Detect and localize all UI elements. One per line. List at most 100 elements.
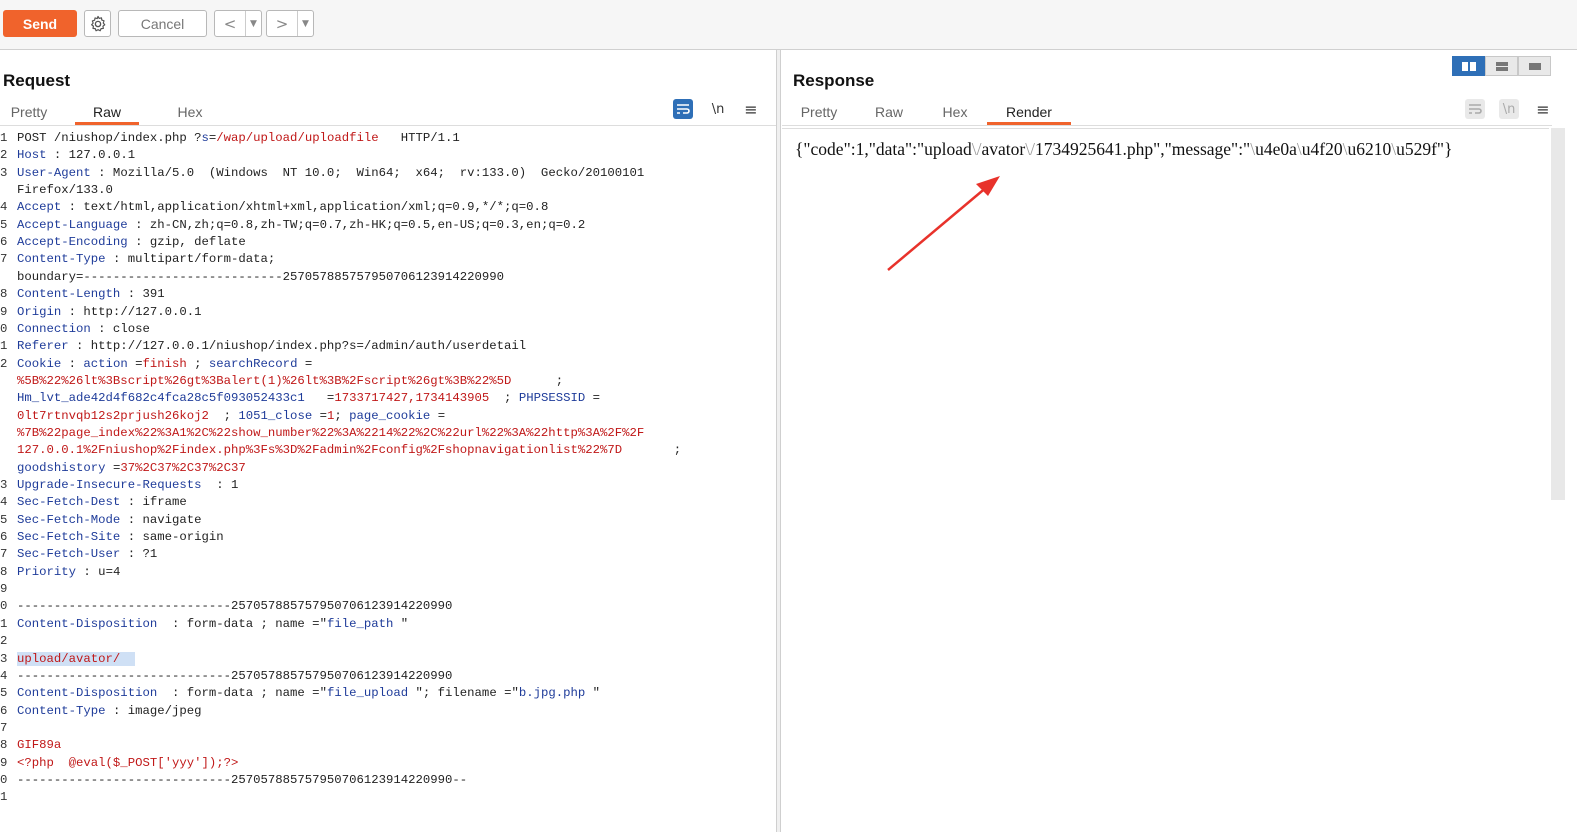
- token: : 127.0.0.1: [46, 148, 136, 163]
- line-number: 5: [0, 512, 8, 527]
- response-scrollbar[interactable]: [1551, 128, 1565, 500]
- gear-icon: [90, 15, 105, 31]
- chevron-down-icon[interactable]: ▼: [245, 11, 261, 36]
- line-text: POST /niushop/index.php ?s=/wap/upload/u…: [17, 130, 460, 147]
- request-editor[interactable]: 1 POST /niushop/index.php ?s=/wap/upload/…: [0, 129, 776, 832]
- word-wrap-toggle[interactable]: [673, 99, 693, 119]
- token: Origin: [17, 304, 62, 319]
- line-text: Firefox/133.0: [17, 182, 113, 199]
- line-text: Accept : text/html,application/xhtml+xml…: [17, 199, 548, 216]
- line-number: 4: [0, 200, 8, 215]
- render-token: 1734925641.php","message":": [1034, 139, 1251, 159]
- token: : multipart/form-data;: [105, 252, 276, 267]
- token: %7B%22page_index%22%3A1%2C%22show_number…: [17, 425, 645, 440]
- layout-tabs-button[interactable]: [1518, 56, 1551, 76]
- line-text: Sec-Fetch-Dest : iframe: [17, 494, 187, 511]
- show-newlines-toggle[interactable]: \n: [708, 99, 728, 119]
- token: "; filename =": [408, 686, 519, 701]
- line-number: 2: [0, 634, 8, 649]
- token: User-Agent: [17, 165, 91, 180]
- tab-pretty[interactable]: Pretty: [9, 101, 49, 125]
- history-forward-button[interactable]: > ▼: [266, 10, 314, 37]
- line-number: 0: [0, 599, 8, 614]
- line-text: -----------------------------25705788575…: [17, 598, 452, 615]
- line-text: Connection : close: [17, 321, 150, 338]
- token: : gzip, deflate: [127, 235, 246, 250]
- token: : Mozilla/5.0 (Windows NT 10.0; Win64; x…: [90, 165, 645, 180]
- token: 1051_close: [238, 408, 313, 423]
- chevron-down-icon[interactable]: ▼: [297, 11, 313, 36]
- line-number: 9: [0, 304, 8, 319]
- line-number: 9: [0, 755, 8, 770]
- history-back-button[interactable]: < ▼: [214, 10, 262, 37]
- token: action: [83, 356, 128, 371]
- settings-button[interactable]: [84, 10, 111, 37]
- line-text: Accept-Language : zh-CN,zh;q=0.8,zh-TW;q…: [17, 217, 585, 234]
- token: ;: [489, 391, 519, 406]
- line-number: 3: [0, 165, 8, 180]
- token: : 391: [120, 287, 165, 302]
- token: searchRecord: [208, 356, 298, 371]
- request-tabs-rule: [0, 125, 776, 126]
- token: Sec-Fetch-User: [17, 547, 121, 562]
- token: file_path: [326, 616, 394, 631]
- token: -----------------------------25705788575…: [17, 668, 453, 683]
- line-text: -----------------------------25705788575…: [17, 772, 467, 789]
- token: Host: [17, 148, 47, 163]
- send-button[interactable]: Send: [3, 10, 77, 37]
- line-text: Content-Type : image/jpeg: [17, 703, 202, 720]
- panel-splitter[interactable]: [776, 50, 781, 832]
- response-menu-icon[interactable]: ≡: [1533, 99, 1553, 119]
- chevron-left-icon: <: [223, 14, 237, 33]
- token: -----------------------------25705788575…: [17, 772, 468, 787]
- token: Upgrade-Insecure-Requests: [17, 478, 202, 492]
- response-tabs: Pretty Raw Hex Render: [799, 101, 1071, 125]
- line-text: Priority : u=4: [17, 564, 120, 581]
- rows-icon: [1495, 61, 1508, 71]
- token: : http://127.0.0.1/niushop/index.php?s=/…: [68, 339, 527, 354]
- cancel-button[interactable]: Cancel: [118, 10, 207, 37]
- request-tabs: Pretty Raw Hex: [9, 101, 206, 125]
- line-text: Sec-Fetch-Mode : navigate: [17, 512, 202, 529]
- line-number: 2: [0, 148, 8, 163]
- token: Content-Type: [17, 252, 106, 267]
- tab-hex[interactable]: Hex: [174, 101, 206, 125]
- line-text: goodshistory =37%2C37%2C37%2C37: [17, 460, 246, 477]
- line-number: 7: [0, 547, 8, 562]
- tab-pretty[interactable]: Pretty: [799, 101, 839, 125]
- line-number: 1: [0, 339, 8, 354]
- token: POST /niushop/index.php ?: [17, 131, 202, 145]
- request-menu-icon[interactable]: ≡: [741, 99, 761, 119]
- layout-side-by-side-button[interactable]: [1452, 56, 1485, 76]
- token: : u=4: [76, 564, 121, 579]
- line-number: 4: [0, 495, 8, 510]
- tab-render[interactable]: Render: [987, 101, 1071, 125]
- token: 0lt7rtnvqb12s2prjush26koj2: [17, 408, 209, 423]
- token: =: [312, 408, 327, 423]
- tab-hex[interactable]: Hex: [941, 101, 969, 125]
- show-newlines-toggle[interactable]: \n: [1499, 99, 1519, 119]
- token: -----------------------------25705788575…: [17, 599, 453, 614]
- token: Connection: [17, 321, 91, 336]
- render-token: {"code":1,"data":"upload: [795, 139, 972, 159]
- layout-stacked-button[interactable]: [1485, 56, 1518, 76]
- token: upload/avator/: [17, 651, 121, 666]
- line-text: boundary=---------------------------2570…: [17, 269, 504, 286]
- token: page_cookie: [349, 408, 431, 423]
- line-number: 0: [0, 772, 8, 787]
- line-number: 3: [0, 651, 8, 666]
- line-number: 4: [0, 668, 8, 683]
- token: Sec-Fetch-Mode: [17, 512, 121, 527]
- word-wrap-toggle[interactable]: [1465, 99, 1485, 119]
- line-text: Referer : http://127.0.0.1/niushop/index…: [17, 338, 526, 355]
- token: Accept: [17, 200, 62, 215]
- render-token: u4f20: [1301, 139, 1343, 159]
- token: ;: [208, 408, 239, 423]
- line-number: 6: [0, 235, 8, 250]
- token: =: [304, 391, 335, 406]
- tab-raw[interactable]: Raw: [75, 101, 139, 125]
- token: : iframe: [120, 495, 187, 510]
- tab-raw[interactable]: Raw: [875, 101, 903, 125]
- token: 127.0.0.1%2Fniushop%2Findex.php%3Fs%3D%2…: [17, 443, 623, 458]
- token: ": [585, 686, 601, 701]
